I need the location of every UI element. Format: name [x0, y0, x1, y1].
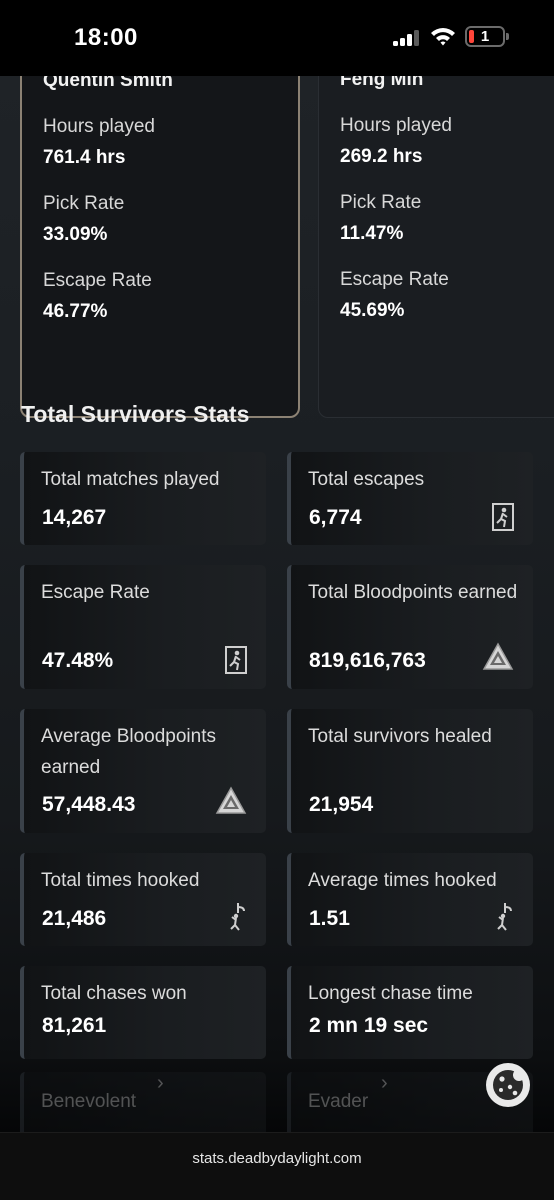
- hook-icon: [230, 903, 245, 931]
- hours-value: 761.4 hrs: [43, 147, 126, 168]
- escape-rate-value: 46.77%: [43, 301, 108, 322]
- stat-longest-chase: Longest chase time 2 mn 19 sec: [287, 966, 533, 1059]
- pick-rate-value: 33.09%: [43, 224, 108, 245]
- status-time: 18:00: [74, 24, 138, 51]
- stat-label: Escape Rate: [41, 582, 150, 603]
- stat-label: Average Bloodpoints earned: [41, 726, 216, 778]
- pick-rate-label: Pick Rate: [43, 193, 125, 214]
- stat-survivors-healed: Total survivors healed 21,954: [287, 709, 533, 833]
- stat-value: 14,267: [42, 506, 107, 529]
- stat-chases-won: Total chases won 81,261: [20, 966, 266, 1059]
- battery-icon: 1: [465, 26, 505, 47]
- hours-label: Hours played: [340, 115, 452, 136]
- stat-label: Total chases won: [41, 983, 187, 1004]
- wifi-icon: [431, 28, 455, 46]
- escape-rate-label: Escape Rate: [43, 270, 152, 291]
- bloodpoints-icon: [215, 786, 247, 814]
- page-content: Quentin Smith Hours played 761.4 hrs Pic…: [0, 76, 554, 1132]
- escape-rate-label: Escape Rate: [340, 269, 449, 290]
- pick-rate-value: 11.47%: [340, 223, 404, 244]
- stat-label: Total escapes: [308, 469, 425, 490]
- survivor-name: Quentin Smith: [43, 76, 173, 91]
- status-bar: 18:00 1: [0, 0, 554, 76]
- stat-total-bloodpoints: Total Bloodpoints earned 819,616,763: [287, 565, 533, 689]
- battery-level: 1: [480, 28, 490, 45]
- stat-value: 21,954: [309, 793, 374, 816]
- stat-average-bloodpoints: Average Bloodpoints earned 57,448.43: [20, 709, 266, 833]
- stat-value: 47.48%: [42, 649, 114, 672]
- cellular-signal-icon: [393, 30, 423, 46]
- cookie-icon: [493, 1069, 525, 1100]
- stat-total-matches: Total matches played 14,267: [20, 452, 266, 545]
- exit-door-icon: [492, 503, 514, 531]
- stat-value: 81,261: [42, 1014, 107, 1037]
- survivor-card-feng[interactable]: Feng Min Hours played 269.2 hrs Pick Rat…: [318, 76, 554, 418]
- hours-label: Hours played: [43, 116, 155, 137]
- exit-door-icon: [225, 646, 247, 674]
- badge-label: Benevolent: [41, 1091, 137, 1112]
- stat-label: Total Bloodpoints earned: [308, 582, 518, 603]
- stat-value: 819,616,763: [309, 649, 426, 672]
- stat-total-hooked: Total times hooked 21,486: [20, 853, 266, 946]
- stat-label: Total times hooked: [41, 870, 200, 891]
- escape-rate-value: 45.69%: [340, 300, 405, 321]
- pick-rate-label: Pick Rate: [340, 192, 422, 213]
- browser-url-bar[interactable]: stats.deadbydaylight.com: [0, 1132, 554, 1200]
- chevron-right-icon: ›: [157, 1072, 164, 1094]
- stat-value: 21,486: [42, 907, 107, 930]
- hours-value: 269.2 hrs: [340, 146, 423, 167]
- stat-value: 57,448.43: [42, 793, 136, 816]
- stat-label: Total matches played: [41, 469, 220, 490]
- section-title: Total Survivors Stats: [21, 401, 250, 427]
- badge-benevolent[interactable]: Benevolent ›: [20, 1072, 266, 1132]
- url-text: stats.deadbydaylight.com: [192, 1150, 362, 1167]
- stat-label: Average times hooked: [308, 870, 497, 891]
- stat-label: Total survivors healed: [308, 726, 492, 747]
- stat-label: Longest chase time: [308, 983, 473, 1004]
- stat-escape-rate: Escape Rate 47.48%: [20, 565, 266, 689]
- stat-value: 1.51: [309, 907, 350, 930]
- survivor-name: Feng Min: [340, 76, 424, 90]
- stat-average-hooked: Average times hooked 1.51: [287, 853, 533, 946]
- hook-icon: [497, 903, 512, 931]
- survivor-card-quentin[interactable]: Quentin Smith Hours played 761.4 hrs Pic…: [20, 76, 300, 418]
- cookie-settings-button[interactable]: [486, 1063, 530, 1107]
- bloodpoints-icon: [482, 642, 514, 670]
- stat-total-escapes: Total escapes 6,774: [287, 452, 533, 545]
- stat-value: 6,774: [309, 506, 362, 529]
- chevron-right-icon: ›: [381, 1072, 388, 1094]
- stat-value: 2 mn 19 sec: [309, 1014, 429, 1037]
